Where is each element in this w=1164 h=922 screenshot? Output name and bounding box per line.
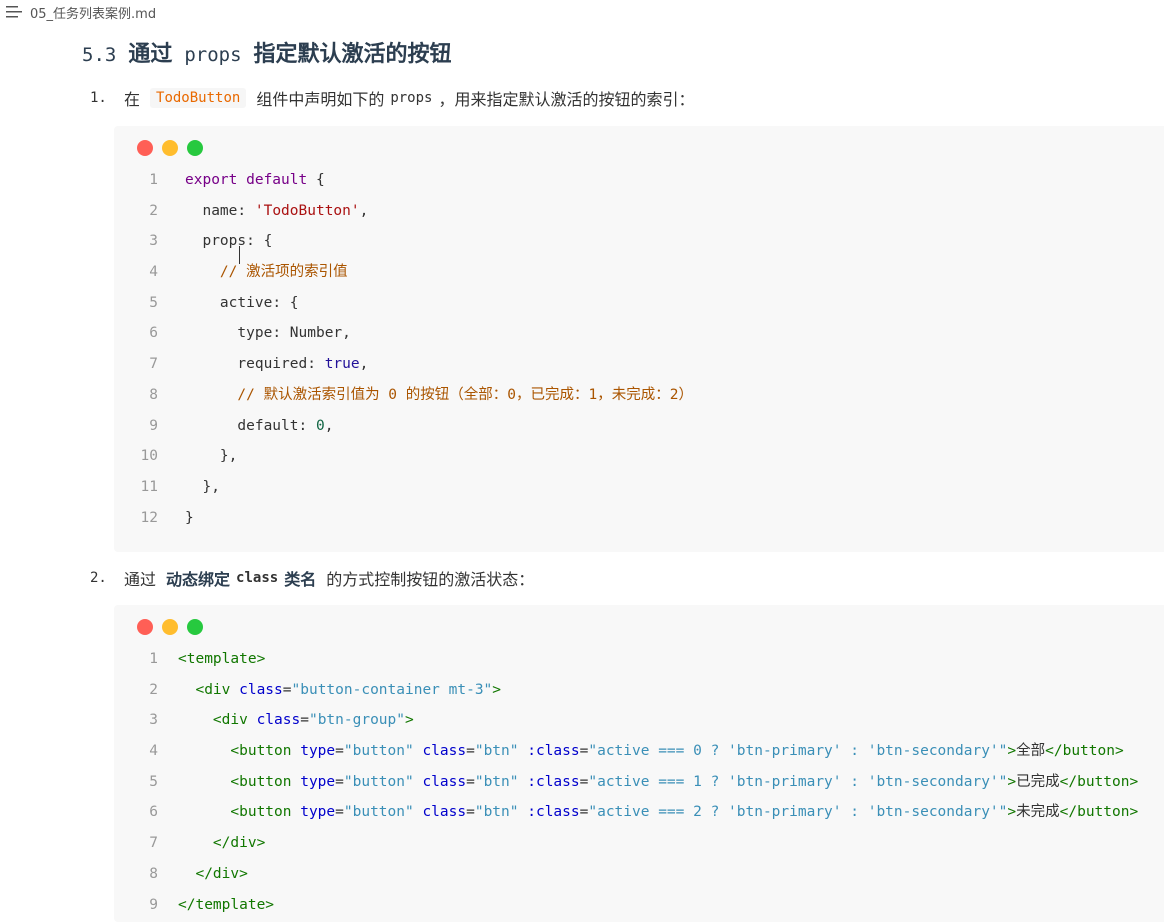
code-block-1[interactable]: 1 export default {2 name: 'TodoButton', 3 … xyxy=(114,126,1164,552)
code-text: </div> xyxy=(178,865,248,882)
line-number: 9 xyxy=(149,896,158,913)
line-number: 1 xyxy=(149,651,158,667)
line-number: 5 xyxy=(149,294,158,311)
code-line: 5 active: { xyxy=(114,288,1164,319)
line-number: 8 xyxy=(149,386,158,403)
minimize-dot-icon xyxy=(162,140,178,156)
inline-mono: class xyxy=(236,570,279,586)
code-lines: 1 <template> 2 <div class="button-containe… xyxy=(114,644,1164,920)
list-item-2: 2. 通过 动态绑定 class 类名 的方式控制按钮的激活状态： xyxy=(90,566,534,590)
list-item-1: 1. 在 TodoButton 组件中声明如下的 props ，用来指定默认激活… xyxy=(90,86,695,110)
strong-text: 类名 xyxy=(284,570,317,589)
code-line: 3 <div class="btn-group"> xyxy=(114,705,1164,736)
line-number: 5 xyxy=(149,773,158,790)
code-line: 1 <template> xyxy=(114,644,1164,675)
code-text: export default { xyxy=(185,172,325,188)
maximize-dot-icon xyxy=(187,140,203,156)
heading-number: 5.3 xyxy=(82,44,117,66)
list-text: 在 xyxy=(124,90,141,109)
code-line: 8 // 默认激活索引值为 0 的按钮（全部：0，已完成：1，未完成：2） xyxy=(114,380,1164,411)
line-number: 4 xyxy=(149,264,158,281)
code-line: 8 </div> xyxy=(114,859,1164,890)
code-line: 3 props: { xyxy=(114,226,1164,257)
line-number: 11 xyxy=(140,478,158,495)
code-text: } xyxy=(185,509,194,526)
line-number: 7 xyxy=(149,835,158,852)
code-text: name: 'TodoButton', xyxy=(185,202,369,219)
code-text: // 默认激活索引值为 0 的按钮（全部：0，已完成：1，未完成：2） xyxy=(185,386,693,403)
line-number: 2 xyxy=(149,202,158,219)
strong-text: 动态绑定 xyxy=(166,570,231,589)
maximize-dot-icon xyxy=(187,619,203,635)
code-line: 9 default: 0, xyxy=(114,411,1164,442)
code-line: 7 </div> xyxy=(114,828,1164,859)
close-dot-icon xyxy=(137,140,153,156)
heading-code: props xyxy=(184,44,242,66)
line-number: 7 xyxy=(149,356,158,373)
code-line: 6 type: Number, xyxy=(114,318,1164,349)
code-line: 2 <div class="button-container mt-3"> xyxy=(114,675,1164,706)
code-text: }, xyxy=(185,478,220,495)
code-line: 4 // 激活项的索引值 xyxy=(114,257,1164,288)
section-heading: 5.3 通过 props 指定默认激活的按钮 xyxy=(82,36,452,68)
list-text: 的方式控制按钮的激活状态： xyxy=(326,570,535,589)
code-line: 2 name: 'TodoButton', xyxy=(114,196,1164,227)
line-number: 8 xyxy=(149,865,158,882)
code-line: 4 <button type="button" class="btn" :cla… xyxy=(114,736,1164,767)
code-text: }, xyxy=(185,448,238,465)
code-text: <template> xyxy=(178,651,266,667)
inline-mono: props xyxy=(390,90,433,106)
code-text: props: { xyxy=(185,233,273,250)
code-line: 5 <button type="button" class="btn" :cla… xyxy=(114,767,1164,798)
code-text: required: true, xyxy=(185,356,369,373)
code-line: 12} xyxy=(114,503,1164,534)
minimize-dot-icon xyxy=(162,619,178,635)
list-marker: 2. xyxy=(90,570,107,586)
heading-text-pre: 通过 xyxy=(128,42,173,67)
line-number: 10 xyxy=(140,448,158,465)
code-text: default: 0, xyxy=(185,417,334,434)
code-line: 9 </template> xyxy=(114,890,1164,921)
close-dot-icon xyxy=(137,619,153,635)
line-number: 12 xyxy=(140,509,158,526)
line-number: 3 xyxy=(149,233,158,250)
list-text: 组件中声明如下的 xyxy=(256,90,385,109)
code-text: <div class="btn-group"> xyxy=(178,712,414,729)
line-number: 4 xyxy=(149,743,158,760)
line-number: 6 xyxy=(149,325,158,342)
list-text: ，用来指定默认激活的按钮的索引： xyxy=(438,90,695,109)
line-number: 2 xyxy=(149,681,158,698)
list-marker: 1. xyxy=(90,90,107,106)
line-number: 6 xyxy=(149,804,158,821)
file-name: 05_任务列表案例.md xyxy=(30,6,157,22)
line-number: 9 xyxy=(149,417,158,434)
code-text: <button type="button" class="btn" :class… xyxy=(178,743,1124,760)
code-line: 11 }, xyxy=(114,472,1164,503)
code-lines: 1 export default {2 name: 'TodoButton', 3 … xyxy=(114,165,1164,533)
window-controls xyxy=(137,619,203,635)
inline-code: TodoButton xyxy=(150,88,247,108)
list-text: 通过 xyxy=(124,570,157,589)
line-number: 3 xyxy=(149,712,158,729)
heading-text-post: 指定默认激活的按钮 xyxy=(253,42,452,67)
code-line: 1 export default { xyxy=(114,165,1164,196)
code-line: 10 }, xyxy=(114,441,1164,472)
text-cursor xyxy=(239,246,248,264)
code-block-2[interactable]: 1 <template> 2 <div class="button-containe… xyxy=(114,605,1164,922)
window-controls xyxy=(137,140,203,156)
code-text: <button type="button" class="btn" :class… xyxy=(178,773,1139,790)
code-text: // 激活项的索引值 xyxy=(185,264,348,281)
code-text: <button type="button" class="btn" :class… xyxy=(178,804,1139,821)
code-text: type: Number, xyxy=(185,325,351,342)
code-text: </div> xyxy=(178,835,266,852)
file-tab-bar: 05_任务列表案例.md xyxy=(0,0,1164,24)
code-line: 7 required: true, xyxy=(114,349,1164,380)
code-text: active: { xyxy=(185,294,299,311)
line-number: 1 xyxy=(149,172,158,188)
code-line: 6 <button type="button" class="btn" :cla… xyxy=(114,797,1164,828)
outline-menu-icon[interactable] xyxy=(6,5,24,19)
code-text: </template> xyxy=(178,896,275,913)
code-text: <div class="button-container mt-3"> xyxy=(178,681,502,698)
